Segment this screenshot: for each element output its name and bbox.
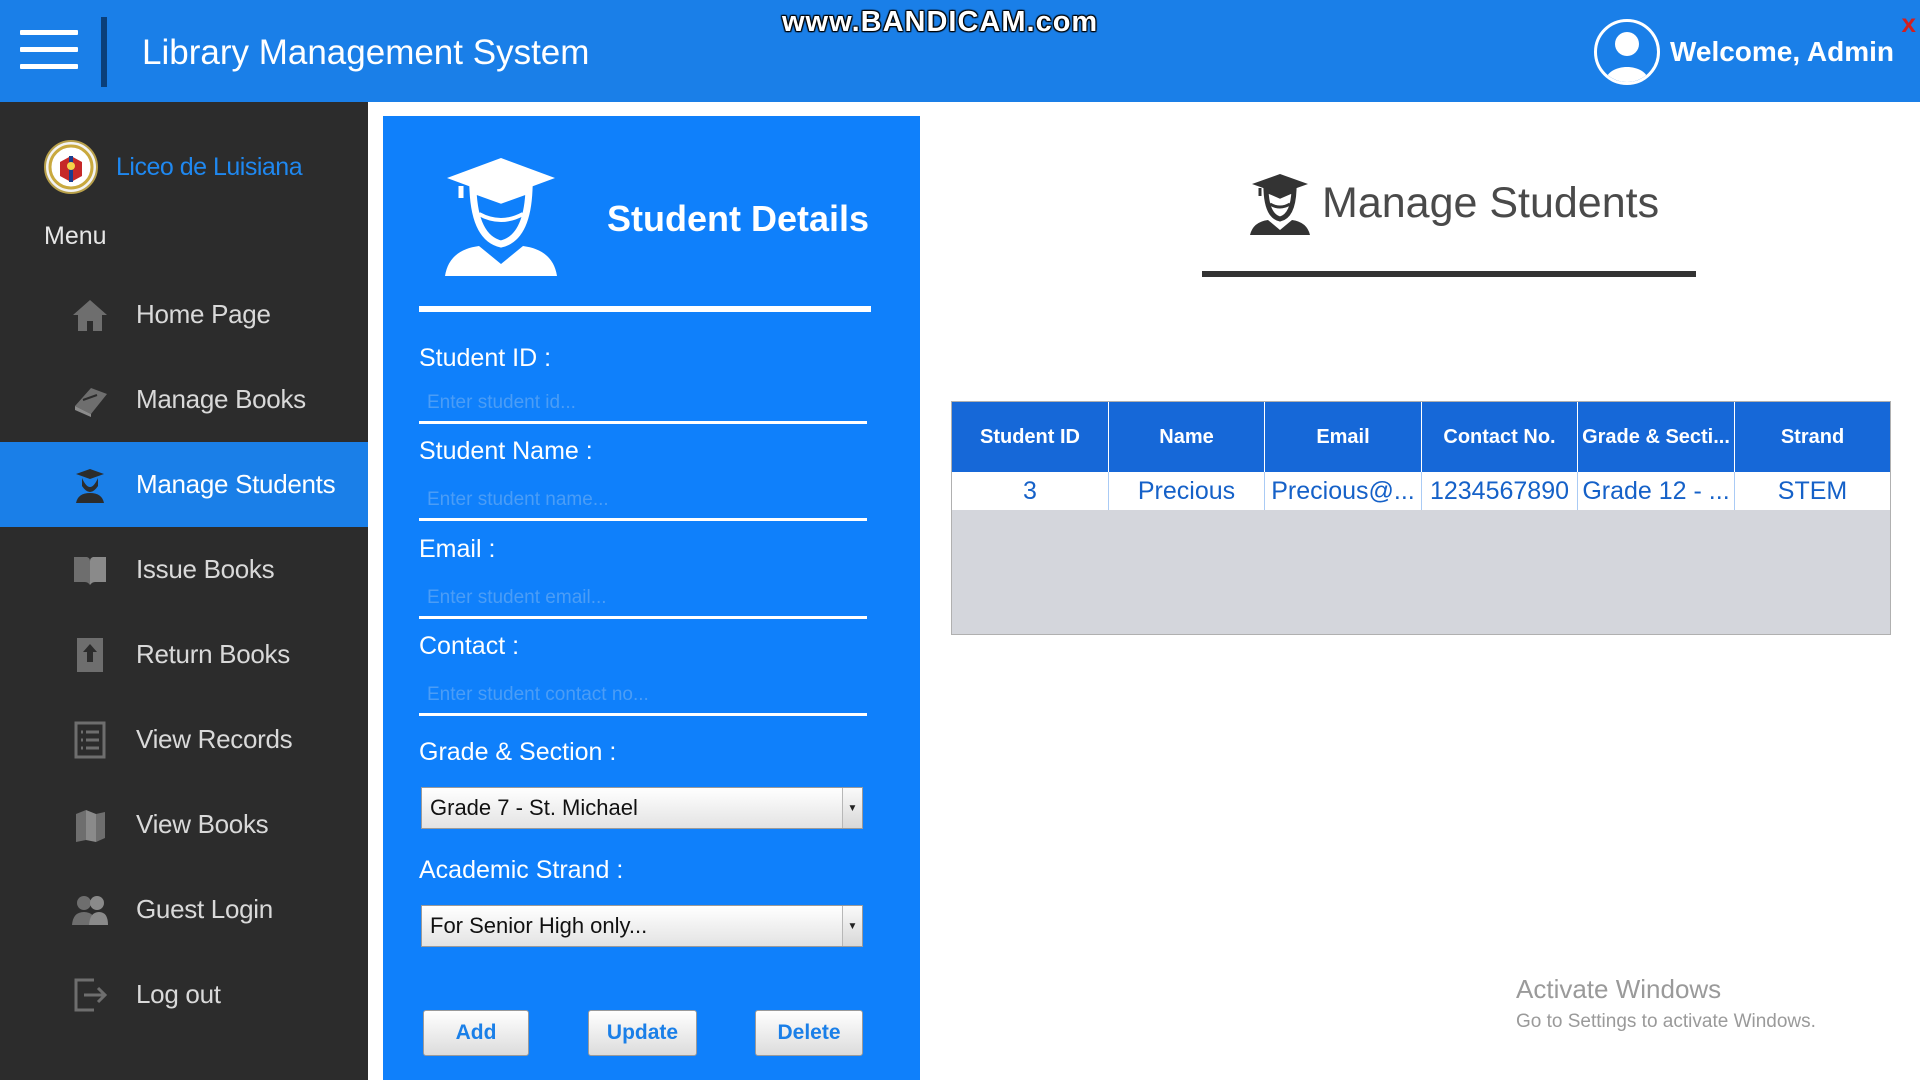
sidebar-item-label: Return Books: [136, 639, 290, 669]
student-details-panel: Student Details Student ID : Student Nam…: [383, 116, 920, 1080]
logout-icon: [70, 975, 110, 1015]
academic-strand-select[interactable]: For Senior High only... ▼: [421, 905, 863, 947]
sidebar-item-manage-books[interactable]: Manage Books: [0, 357, 368, 442]
student-icon: [1250, 174, 1310, 235]
grade-section-label: Grade & Section :: [419, 738, 617, 766]
sidebar-item-label: Log out: [136, 979, 221, 1009]
recorder-watermark: www.BANDICAM.com: [782, 6, 1099, 38]
table-cell: 1234567890: [1422, 472, 1578, 510]
sidebar-nav: Home Page Manage Books Manage Students I…: [0, 272, 368, 1037]
title-underline: [1202, 271, 1696, 277]
add-button[interactable]: Add: [423, 1010, 529, 1056]
sidebar-item-manage-students[interactable]: Manage Students: [0, 442, 368, 527]
academic-strand-label: Academic Strand :: [419, 856, 624, 884]
sidebar: Liceo de Luisiana Menu Home Page Manage …: [0, 102, 368, 1080]
column-header[interactable]: Student ID: [952, 402, 1109, 472]
sidebar-item-view-records[interactable]: View Records: [0, 697, 368, 782]
sidebar-item-view-books[interactable]: View Books: [0, 782, 368, 867]
panel-title: Student Details: [607, 198, 870, 239]
sidebar-item-label: Issue Books: [136, 554, 275, 584]
email-input[interactable]: [419, 579, 867, 619]
table-header: Student ID Name Email Contact No. Grade …: [952, 402, 1890, 472]
top-header: Library Management System www.BANDICAM.c…: [0, 0, 1920, 102]
page-heading: Manage Students: [1248, 170, 1659, 236]
sidebar-item-label: Home Page: [136, 299, 271, 329]
page-title: Manage Students: [1322, 178, 1660, 227]
column-header[interactable]: Strand: [1735, 402, 1890, 472]
panel-divider: [419, 306, 871, 312]
activation-subtitle: Go to Settings to activate Windows.: [1516, 1011, 1816, 1032]
header-divider: [101, 17, 107, 87]
list-icon: [70, 720, 110, 760]
sidebar-item-label: Guest Login: [136, 894, 273, 924]
update-button[interactable]: Update: [588, 1010, 697, 1056]
home-icon: [70, 295, 110, 335]
student-icon: [70, 465, 110, 505]
activation-title: Activate Windows: [1516, 974, 1722, 1004]
sidebar-item-log-out[interactable]: Log out: [0, 952, 368, 1037]
users-icon: [70, 890, 110, 930]
table-cell: Precious@...: [1265, 472, 1422, 510]
hamburger-icon[interactable]: [20, 30, 78, 72]
chevron-down-icon[interactable]: ▼: [842, 788, 862, 828]
app-title: Library Management System: [142, 33, 590, 72]
close-icon[interactable]: x: [1902, 8, 1916, 39]
school-name: Liceo de Luisiana: [116, 152, 303, 181]
sidebar-item-label: View Records: [136, 724, 293, 754]
grade-section-select[interactable]: Grade 7 - St. Michael ▼: [421, 787, 863, 829]
table-cell: Precious: [1109, 472, 1265, 510]
menu-label: Menu: [44, 222, 107, 250]
table-cell: 3: [952, 472, 1109, 510]
school-logo-icon: [44, 140, 98, 194]
column-header[interactable]: Grade & Secti...: [1578, 402, 1735, 472]
table-row[interactable]: 3 Precious Precious@... 1234567890 Grade…: [952, 472, 1890, 510]
sidebar-item-label: View Books: [136, 809, 269, 839]
school-brand: Liceo de Luisiana: [44, 140, 303, 194]
column-header[interactable]: Name: [1109, 402, 1265, 472]
student-name-input[interactable]: [419, 481, 867, 521]
welcome-text: Welcome, Admin: [1669, 36, 1894, 67]
sidebar-item-label: Manage Books: [136, 384, 306, 414]
table-cell: STEM: [1777, 476, 1848, 505]
return-icon: [70, 635, 110, 675]
user-avatar-icon[interactable]: [1593, 19, 1660, 85]
student-id-input[interactable]: [419, 384, 867, 424]
sidebar-item-return-books[interactable]: Return Books: [0, 612, 368, 697]
sidebar-item-issue-books[interactable]: Issue Books: [0, 527, 368, 612]
contact-label: Contact :: [419, 632, 520, 660]
sidebar-item-home-page[interactable]: Home Page: [0, 272, 368, 357]
user-area: Welcome, Admin: [1593, 19, 1894, 85]
delete-button[interactable]: Delete: [755, 1010, 863, 1056]
student-id-label: Student ID :: [419, 344, 552, 372]
sidebar-item-guest-login[interactable]: Guest Login: [0, 867, 368, 952]
student-graduate-icon: [439, 152, 563, 283]
email-label: Email :: [419, 535, 496, 563]
column-header[interactable]: Contact No.: [1422, 402, 1578, 472]
contact-input[interactable]: [419, 676, 867, 716]
books-icon: [70, 805, 110, 845]
grade-section-value: Grade 7 - St. Michael: [430, 795, 638, 820]
open-book-icon: [70, 550, 110, 590]
students-table: Student ID Name Email Contact No. Grade …: [951, 401, 1891, 635]
student-name-label: Student Name :: [419, 437, 593, 465]
column-header[interactable]: Email: [1265, 402, 1422, 472]
windows-activation-notice: Activate Windows Go to Settings to activ…: [1516, 974, 1816, 1033]
book-icon: [70, 380, 110, 420]
chevron-down-icon[interactable]: ▼: [842, 906, 862, 946]
academic-strand-value: For Senior High only...: [430, 913, 648, 938]
sidebar-item-label: Manage Students: [136, 469, 336, 499]
table-cell: Grade 12 - ...: [1578, 472, 1735, 510]
